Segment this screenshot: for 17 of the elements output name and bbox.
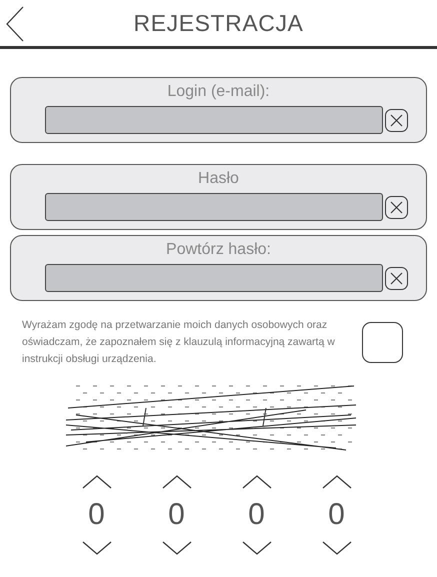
field-label: Login (e-mail):	[167, 82, 270, 102]
digit-value: 0	[328, 497, 345, 533]
digit-value: 0	[88, 497, 105, 533]
page-title: REJESTRACJA	[134, 8, 304, 38]
clear-icon[interactable]	[384, 108, 408, 132]
digit-value: 0	[168, 497, 185, 533]
field-label: Powtórz hasło:	[166, 240, 271, 260]
input-field[interactable]	[44, 264, 382, 292]
input-field[interactable]	[44, 193, 382, 221]
back-icon[interactable]	[5, 6, 25, 42]
consent-checkbox[interactable]	[362, 322, 403, 363]
field-label: Hasło	[198, 169, 239, 189]
consent-text: Wyrażam zgodę na przetwarzanie moich danych osobowych oraz oświadczam, że zapoznałem się z klauzulą informacyjną zawartą w instrukcji obsługi urządzenia.	[22, 318, 336, 367]
digit-value: 0	[248, 497, 265, 533]
clear-icon[interactable]	[384, 266, 408, 290]
clear-icon[interactable]	[384, 196, 408, 218]
input-field[interactable]	[44, 106, 382, 134]
